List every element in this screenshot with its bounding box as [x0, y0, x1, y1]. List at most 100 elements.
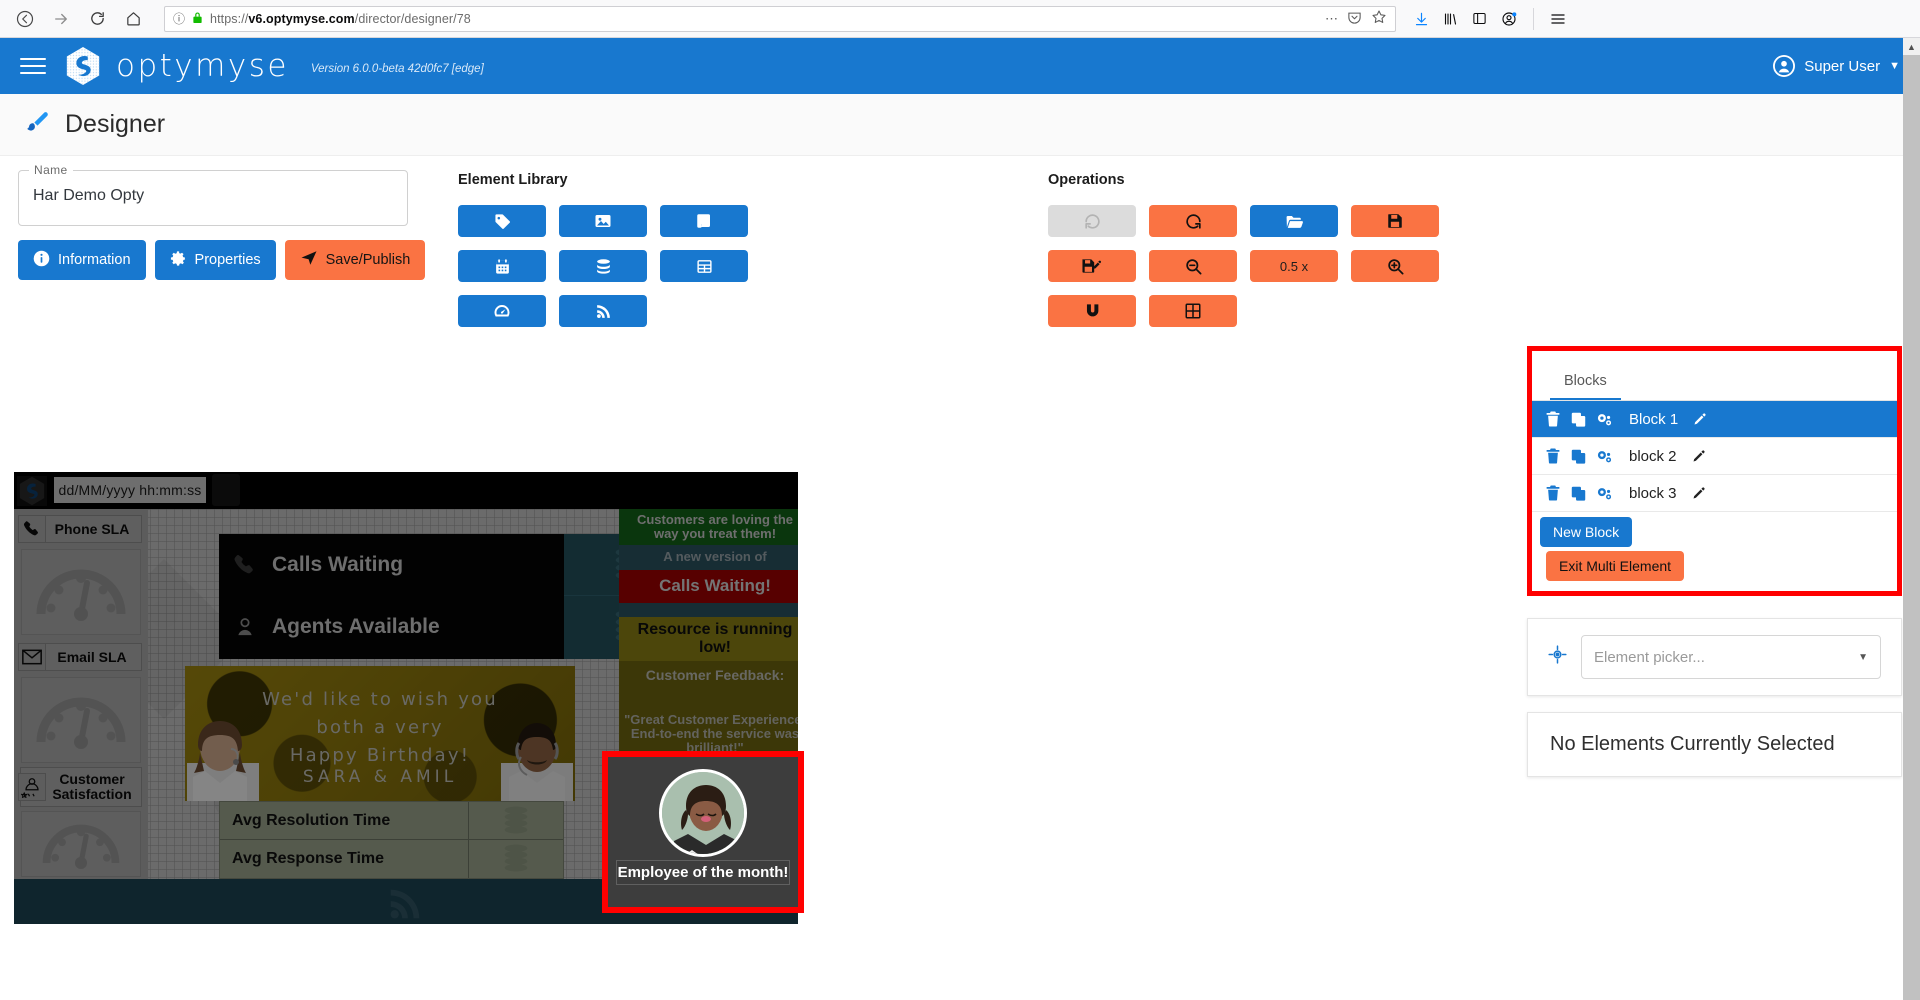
block-row-3[interactable]: block 3 — [1532, 475, 1897, 512]
chevron-down-icon[interactable]: ▼ — [1858, 652, 1868, 663]
trash-icon[interactable] — [1544, 447, 1562, 465]
block-row-1[interactable]: Block 1 — [1532, 401, 1897, 438]
library-calendar-button[interactable] — [458, 250, 546, 282]
canvas-selected-block[interactable]: Employee of the month! — [602, 751, 804, 913]
menu-toggle-icon[interactable] — [20, 58, 46, 74]
canvas-table-element[interactable]: Avg Resolution Time Avg Response Time — [219, 801, 564, 879]
home-icon[interactable] — [116, 4, 150, 34]
save-as-button[interactable] — [1048, 250, 1136, 282]
canvas-metrics-panel[interactable]: Calls Waiting Agents Available — [219, 534, 564, 659]
envelope-icon — [18, 643, 46, 671]
page-info-icon[interactable]: ⓘ — [173, 10, 185, 27]
redo-button[interactable] — [1149, 205, 1237, 237]
user-name: Super User — [1804, 58, 1880, 75]
library-gauge-button[interactable] — [458, 295, 546, 327]
operations-title: Operations — [1048, 172, 1468, 188]
table-icon — [696, 258, 713, 275]
work-area: Name Har Demo Opty Information Propertie… — [0, 156, 1920, 1000]
library-rss-button[interactable] — [559, 295, 647, 327]
properties-button[interactable]: Properties — [155, 240, 276, 280]
copy-icon[interactable] — [1570, 448, 1587, 465]
pencil-icon[interactable] — [1693, 412, 1707, 426]
download-icon[interactable] — [1414, 11, 1429, 27]
zoom-out-button[interactable] — [1149, 250, 1237, 282]
name-label: Name — [29, 163, 73, 177]
library-image-button[interactable] — [559, 205, 647, 237]
lock-icon[interactable] — [192, 11, 203, 27]
library-tag-button[interactable] — [458, 205, 546, 237]
element-library-title: Element Library — [458, 172, 848, 188]
canvas-clock-element[interactable]: dd/MM/yyyy hh:mm:ss — [54, 477, 206, 503]
canvas-table-value — [469, 840, 563, 878]
magnet-snap-button[interactable] — [1048, 295, 1136, 327]
copy-icon[interactable] — [1570, 411, 1587, 428]
zoom-level-button[interactable]: 0.5 x — [1250, 250, 1338, 282]
agent-icon — [232, 614, 258, 640]
canvas-alert-4[interactable] — [619, 603, 798, 617]
blocks-panel: Blocks Block 1block 2block 3 New Block E… — [1527, 346, 1902, 596]
canvas-alert-1[interactable]: Customers are loving the way you treat t… — [619, 509, 798, 545]
canvas-gauge-element[interactable] — [21, 811, 141, 877]
zoom-in-button[interactable] — [1351, 250, 1439, 282]
account-icon[interactable] — [1501, 11, 1517, 27]
canvas-metric-row[interactable]: Calls Waiting — [219, 534, 564, 596]
banner-icon — [695, 212, 713, 230]
trash-icon[interactable] — [1544, 484, 1562, 502]
crosshair-icon[interactable] — [1548, 645, 1567, 669]
save-as-icon — [1081, 257, 1103, 275]
save-button[interactable] — [1351, 205, 1439, 237]
information-button[interactable]: Information — [18, 240, 146, 280]
chevron-down-icon[interactable]: ▼ — [1889, 60, 1900, 72]
library-table-button[interactable] — [660, 250, 748, 282]
canvas-alert-3[interactable]: Calls Waiting! — [619, 570, 798, 603]
save-publish-button[interactable]: Save/Publish — [285, 240, 426, 280]
undo-button[interactable] — [1048, 205, 1136, 237]
canvas-metric-row[interactable]: Agents Available — [219, 596, 564, 658]
canvas-gauge-element[interactable] — [21, 549, 141, 635]
settings-cogs-icon[interactable] — [1595, 485, 1613, 502]
optymyse-logo-icon — [64, 46, 102, 86]
page-scrollbar[interactable]: ▲ — [1903, 38, 1920, 1000]
back-arrow-icon[interactable] — [8, 4, 42, 34]
pencil-icon[interactable] — [1692, 449, 1706, 463]
url-bar[interactable]: ⓘ https://v6.optymyse.com/director/desig… — [164, 6, 1396, 32]
bookmark-star-icon[interactable] — [1371, 9, 1387, 28]
tab-blocks[interactable]: Blocks — [1550, 367, 1621, 400]
open-button[interactable] — [1250, 205, 1338, 237]
library-database-button[interactable] — [559, 250, 647, 282]
library-icon[interactable] — [1443, 11, 1458, 27]
element-picker-input[interactable]: Element picker... ▼ — [1581, 635, 1881, 679]
canvas-birthday-banner[interactable]: We'd like to wish you both a very Happy … — [185, 666, 575, 801]
canvas-agent-photo-right — [501, 713, 573, 801]
canvas-alert-6[interactable]: Customer Feedback: — [619, 661, 798, 691]
name-input[interactable]: Name Har Demo Opty — [18, 170, 408, 226]
element-picker-card: Element picker... ▼ — [1527, 618, 1902, 696]
copy-icon[interactable] — [1570, 485, 1587, 502]
user-menu[interactable]: Super User ▼ — [1773, 55, 1900, 77]
block-row-2[interactable]: block 2 — [1532, 438, 1897, 475]
url-text: https://v6.optymyse.com/director/designe… — [210, 12, 471, 26]
pencil-icon[interactable] — [1692, 486, 1706, 500]
scroll-up-arrow-icon[interactable]: ▲ — [1903, 38, 1920, 55]
canvas-gauge-element[interactable] — [21, 677, 141, 763]
pocket-icon[interactable] — [1347, 10, 1362, 28]
brand[interactable]: optymyse — [64, 46, 289, 86]
exit-multi-element-button[interactable]: Exit Multi Element — [1546, 551, 1684, 581]
canvas-alert-2[interactable]: A new version of — [619, 545, 798, 570]
trash-icon[interactable] — [1544, 410, 1562, 428]
toggle-grid-button[interactable] — [1149, 295, 1237, 327]
settings-cogs-icon[interactable] — [1595, 411, 1613, 428]
reload-icon[interactable] — [80, 4, 114, 34]
sidebar-icon[interactable] — [1472, 11, 1487, 26]
rss-icon — [595, 303, 612, 320]
new-block-button[interactable]: New Block — [1540, 517, 1632, 547]
page-title: Designer — [65, 110, 165, 139]
forward-arrow-icon[interactable] — [44, 4, 78, 34]
canvas-alert-5[interactable]: Resource is running low! — [619, 617, 798, 661]
app-menu-icon[interactable] — [1550, 11, 1566, 27]
page-actions-icon[interactable]: ⋯ — [1325, 11, 1338, 27]
canvas-logo-icon — [17, 476, 47, 506]
library-banner-button[interactable] — [660, 205, 748, 237]
browser-right-actions — [1408, 8, 1566, 30]
settings-cogs-icon[interactable] — [1595, 448, 1613, 465]
